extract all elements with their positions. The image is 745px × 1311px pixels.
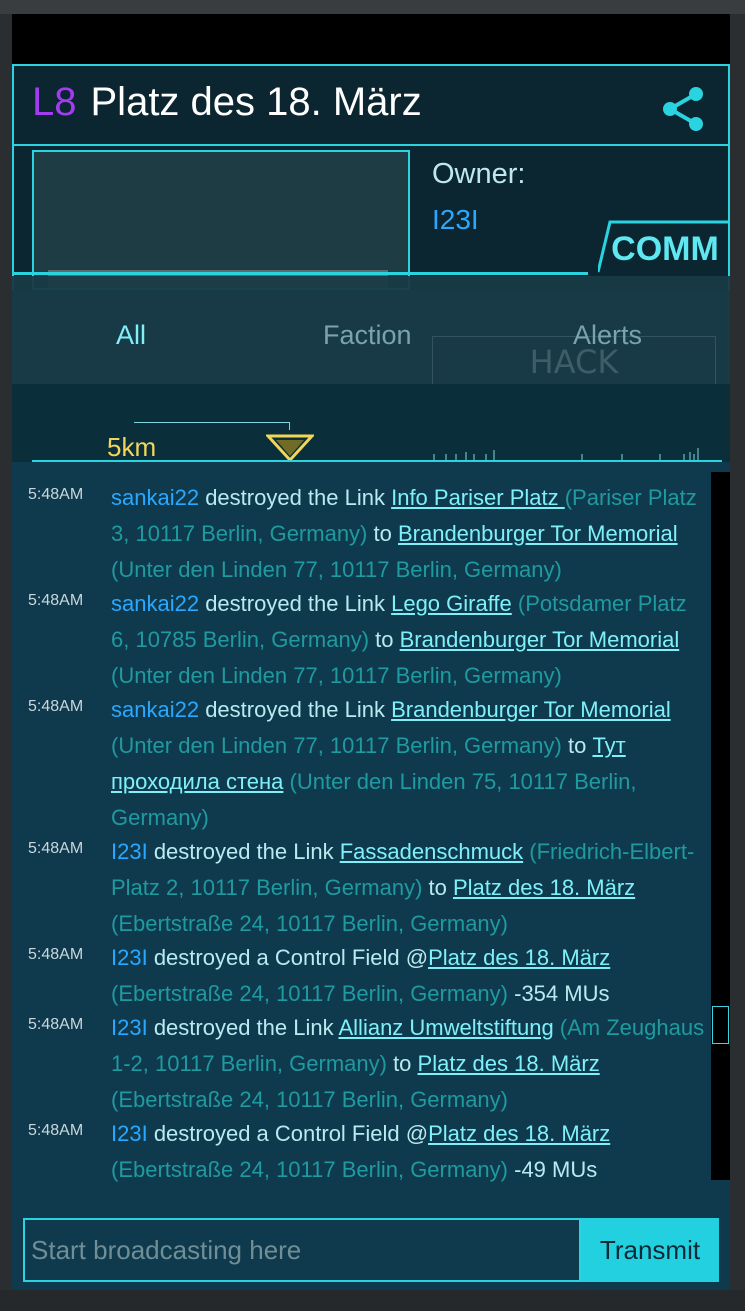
- owner-name[interactable]: I23I: [432, 204, 479, 236]
- portal-link[interactable]: Platz des 18. März: [453, 875, 635, 900]
- background-left: [0, 14, 12, 1311]
- portal-link[interactable]: Platz des 18. März: [418, 1051, 600, 1076]
- message-feed[interactable]: 5:48AM sankai22 destroyed the Link Info …: [12, 462, 730, 1202]
- agent-name[interactable]: sankai22: [111, 591, 199, 616]
- action-text: destroyed a Control Field @: [147, 1121, 429, 1146]
- tab-alerts[interactable]: Alerts: [573, 320, 642, 351]
- message-time: 5:48AM: [28, 946, 84, 963]
- feed-scrollbar[interactable]: [711, 472, 730, 1180]
- join-text: to: [369, 627, 400, 652]
- message-text: I23I destroyed the Link Fassadenschmuck …: [111, 834, 707, 942]
- mu-count: -49 MUs: [508, 1157, 598, 1182]
- range-ticks: [433, 448, 699, 460]
- agent-name[interactable]: sankai22: [111, 485, 199, 510]
- action-text: destroyed the Link: [147, 839, 340, 864]
- comm-panel: L8 Platz des 18. März Owner: I23I COMM HA…: [12, 14, 730, 1290]
- message-time: 5:48AM: [28, 1016, 84, 1033]
- action-text: destroyed a Control Field @: [147, 945, 429, 970]
- portal-level: L8: [32, 80, 77, 124]
- message-time: 5:48AM: [28, 592, 84, 609]
- share-icon[interactable]: [658, 84, 708, 134]
- portal-address: (Ebertstraße 24, 10117 Berlin, Germany): [111, 1087, 508, 1112]
- agent-name[interactable]: I23I: [111, 839, 148, 864]
- portal-link[interactable]: Info Pariser Platz: [391, 485, 565, 510]
- message-text: I23I destroyed a Control Field @Platz de…: [111, 940, 707, 1012]
- tab-faction[interactable]: Faction: [323, 320, 412, 351]
- portal-name: Platz des 18. März: [90, 80, 422, 124]
- message-time: 5:48AM: [28, 1122, 84, 1139]
- portal-link[interactable]: Fassadenschmuck: [340, 839, 523, 864]
- portal-address: (Unter den Linden 77, 10117 Berlin, Germ…: [111, 557, 562, 582]
- broadcast-placeholder: Start broadcasting here: [31, 1235, 302, 1265]
- portal-link[interactable]: Brandenburger Tor Memorial: [391, 697, 671, 722]
- portal-link[interactable]: Platz des 18. März: [428, 945, 610, 970]
- action-text: destroyed the Link: [199, 591, 392, 616]
- agent-name[interactable]: I23I: [111, 1121, 148, 1146]
- comm-tab[interactable]: COMM: [608, 230, 722, 269]
- message-text: I23I destroyed the Link Allianz Umweltst…: [111, 1010, 707, 1118]
- action-text: destroyed the Link: [147, 1015, 339, 1040]
- join-text: to: [561, 733, 593, 758]
- range-label: 5km: [107, 432, 157, 462]
- portal-address: (Unter den Linden 77, 10117 Berlin, Germ…: [111, 663, 562, 688]
- message-time: 5:48AM: [28, 486, 84, 503]
- agent-name[interactable]: I23I: [111, 1015, 148, 1040]
- background-bottom: [0, 1290, 745, 1311]
- range-slider[interactable]: 5km: [12, 384, 730, 462]
- comm-tabs: HACK All Faction Alerts: [12, 276, 730, 386]
- portal-image[interactable]: [32, 150, 410, 290]
- message-text: sankai22 destroyed the Link Info Pariser…: [111, 480, 707, 588]
- portal-address: (Ebertstraße 24, 10117 Berlin, Germany): [111, 981, 508, 1006]
- join-text: to: [422, 875, 453, 900]
- portal-link[interactable]: Lego Giraffe: [391, 591, 512, 616]
- portal-address: (Unter den Linden 77, 10117 Berlin, Germ…: [111, 733, 562, 758]
- background-right: [730, 14, 745, 1311]
- action-text: destroyed the Link: [199, 697, 392, 722]
- action-text: destroyed the Link: [199, 485, 392, 510]
- broadcast-bar: Start broadcasting here Transmit: [12, 1202, 730, 1290]
- message-text: I23I destroyed a Control Field @Platz de…: [111, 1116, 707, 1188]
- mu-count: -354 MUs: [508, 981, 610, 1006]
- message-text: sankai22 destroyed the Link Lego Giraffe…: [111, 586, 707, 694]
- message-text: sankai22 destroyed the Link Brandenburge…: [111, 692, 707, 836]
- portal-address: (Ebertstraße 24, 10117 Berlin, Germany): [111, 911, 508, 936]
- transmit-button[interactable]: Transmit: [581, 1218, 719, 1282]
- broadcast-input[interactable]: Start broadcasting here: [23, 1218, 581, 1282]
- owner-label: Owner:: [432, 158, 526, 190]
- agent-name[interactable]: I23I: [111, 945, 148, 970]
- range-bracket: [134, 422, 290, 430]
- top-bar: [12, 14, 730, 64]
- background-top: [0, 0, 745, 14]
- portal-title: L8 Platz des 18. März: [32, 80, 422, 125]
- portal-link[interactable]: Platz des 18. März: [428, 1121, 610, 1146]
- scrollbar-thumb[interactable]: [712, 1006, 729, 1044]
- portal-link[interactable]: Brandenburger Tor Memorial: [398, 521, 678, 546]
- tab-all[interactable]: All: [116, 320, 146, 351]
- comm-divider: [12, 272, 588, 275]
- join-text: to: [386, 1051, 418, 1076]
- title-divider: [14, 144, 730, 146]
- portal-address: (Ebertstraße 24, 10117 Berlin, Germany): [111, 1157, 508, 1182]
- message-time: 5:48AM: [28, 698, 84, 715]
- join-text: to: [367, 521, 398, 546]
- portal-link[interactable]: Allianz Umweltstiftung: [339, 1015, 554, 1040]
- message-time: 5:48AM: [28, 840, 84, 857]
- agent-name[interactable]: sankai22: [111, 697, 199, 722]
- portal-link[interactable]: Brandenburger Tor Memorial: [400, 627, 680, 652]
- range-marker-icon[interactable]: [266, 434, 314, 462]
